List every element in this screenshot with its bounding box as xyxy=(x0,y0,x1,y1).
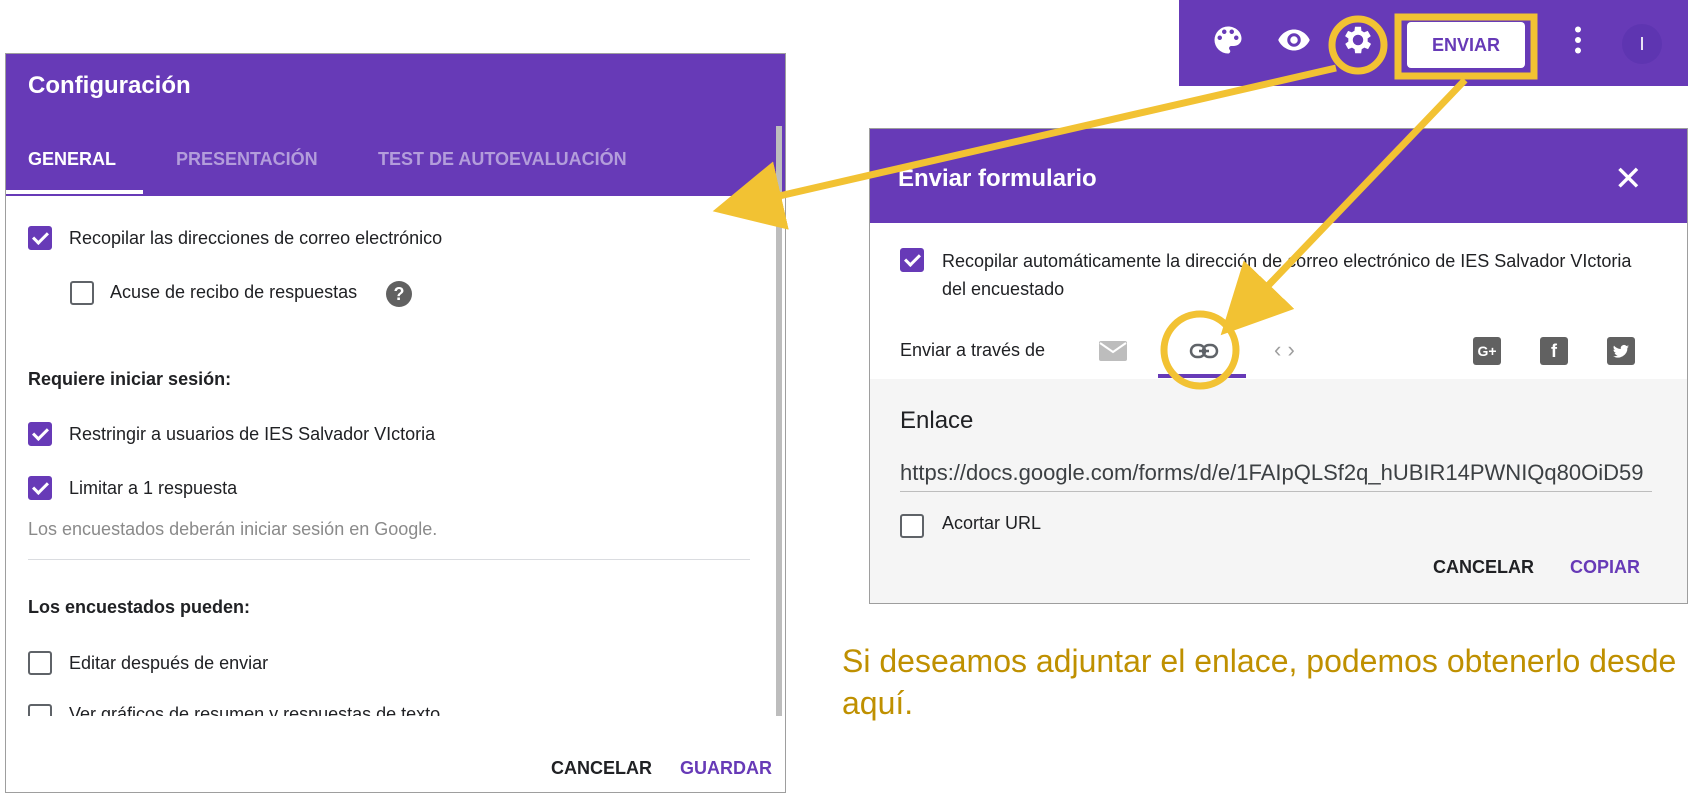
tab-general[interactable]: GENERAL xyxy=(28,149,116,170)
restrict-users-label: Restringir a usuarios de IES Salvador VI… xyxy=(69,424,436,444)
send-dialog-title: Enviar formulario xyxy=(898,165,1097,192)
save-button[interactable]: GUARDAR xyxy=(680,758,772,779)
settings-title: Configuración xyxy=(28,72,191,99)
login-hint: Los encuestados deberán iniciar sesión e… xyxy=(28,519,438,539)
shorten-url-checkbox[interactable] xyxy=(900,514,924,538)
send-dialog-header: Enviar formulario ✕ xyxy=(870,129,1687,223)
settings-header: Configuración GENERAL PRESENTACIÓN TEST … xyxy=(6,54,785,196)
annotation-caption: Si deseamos adjuntar el enlace, podemos … xyxy=(842,643,1677,721)
scrollbar[interactable] xyxy=(776,126,782,716)
link-url-field[interactable]: https://docs.google.com/forms/d/e/1FAIpQ… xyxy=(900,460,1652,486)
auto-collect-label: Recopilar automáticamente la dirección d… xyxy=(942,251,1632,299)
limit-one-checkbox[interactable] xyxy=(28,476,52,500)
send-form-dialog: Enviar formulario ✕ Recopilar automática… xyxy=(869,128,1688,604)
twitter-icon[interactable] xyxy=(1607,337,1635,365)
see-summary-label: Ver gráficos de resumen y respuestas de … xyxy=(69,704,441,716)
link-icon[interactable] xyxy=(1188,339,1220,363)
collect-emails-label: Recopilar las direcciones de correo elec… xyxy=(69,228,443,248)
copy-button[interactable]: COPIAR xyxy=(1570,557,1640,578)
link-heading: Enlace xyxy=(900,407,974,434)
response-receipts-label: Acuse de recibo de respuestas xyxy=(110,282,358,302)
auto-collect-checkbox[interactable] xyxy=(900,248,924,272)
settings-dialog: Configuración GENERAL PRESENTACIÓN TEST … xyxy=(5,53,786,793)
limit-one-label: Limitar a 1 respuesta xyxy=(69,478,238,498)
send-via-label: Enviar a través de xyxy=(900,340,1046,360)
see-summary-checkbox[interactable] xyxy=(28,704,52,716)
send-button[interactable]: ENVIAR xyxy=(1407,22,1525,68)
close-icon[interactable]: ✕ xyxy=(1614,159,1643,199)
response-receipts-checkbox[interactable] xyxy=(70,281,94,305)
edit-after-label: Editar después de enviar xyxy=(69,653,269,673)
link-panel: Enlace https://docs.google.com/forms/d/e… xyxy=(870,379,1687,603)
cancel-button[interactable]: CANCELAR xyxy=(1433,557,1534,578)
palette-icon[interactable] xyxy=(1210,22,1246,58)
embed-code-icon[interactable]: ‹ › xyxy=(1274,337,1295,363)
section-divider xyxy=(28,559,750,560)
email-icon[interactable] xyxy=(1098,339,1128,363)
url-underline xyxy=(900,491,1652,492)
collect-emails-checkbox[interactable] xyxy=(28,226,52,250)
respondents-can-heading: Los encuestados pueden: xyxy=(28,597,251,617)
avatar[interactable]: I xyxy=(1622,24,1662,64)
help-icon[interactable]: ? xyxy=(386,281,412,307)
gear-icon[interactable] xyxy=(1340,22,1376,58)
shorten-url-label: Acortar URL xyxy=(942,513,1042,533)
tab-self-assessment[interactable]: TEST DE AUTOEVALUACIÓN xyxy=(378,149,627,170)
login-required-heading: Requiere iniciar sesión: xyxy=(28,369,232,389)
cancel-button[interactable]: CANCELAR xyxy=(551,758,652,779)
restrict-users-checkbox[interactable] xyxy=(28,422,52,446)
tab-presentation[interactable]: PRESENTACIÓN xyxy=(176,149,318,170)
active-tab-indicator xyxy=(6,190,143,194)
facebook-icon[interactable]: f xyxy=(1540,337,1568,365)
active-send-method-indicator xyxy=(1158,374,1246,378)
edit-after-checkbox[interactable] xyxy=(28,651,52,675)
more-vert-icon[interactable] xyxy=(1560,22,1596,58)
google-plus-icon[interactable]: G+ xyxy=(1473,337,1501,365)
clipped-row: Ver gráficos de resumen y respuestas de … xyxy=(6,702,785,716)
preview-eye-icon[interactable] xyxy=(1276,22,1312,58)
